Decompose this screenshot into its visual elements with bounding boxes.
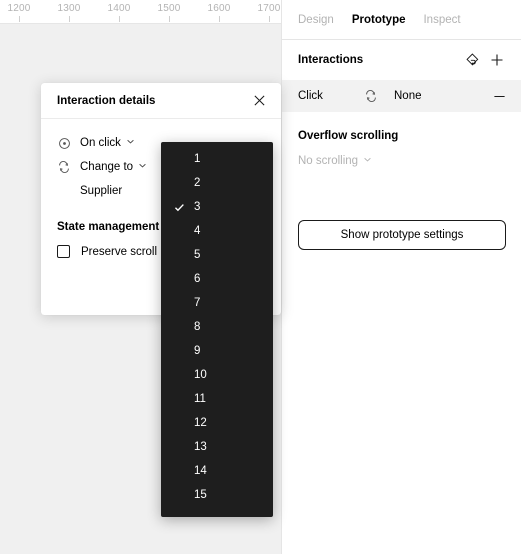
dropdown-item-label: 11 [194,393,206,405]
tab-design[interactable]: Design [298,14,334,26]
ruler-tick [169,16,170,22]
swap-icon [364,89,394,103]
interactions-title: Interactions [298,54,364,66]
dialog-title: Interaction details [57,94,156,107]
preserve-scroll-label: Preserve scroll [81,245,158,258]
dropdown-item-label: 8 [194,321,201,333]
close-icon[interactable] [247,89,271,113]
checkmark-icon [173,201,185,213]
overflow-scrolling-dropdown[interactable]: No scrolling [298,155,505,167]
dropdown-item-label: 6 [194,273,201,285]
interaction-trigger-label: Click [298,90,323,102]
horizontal-ruler[interactable]: 1200 1300 1400 1500 1600 1700 [0,0,281,24]
ruler-label: 1700 [257,3,281,14]
overflow-scrolling-section: Overflow scrolling No scrolling [282,130,521,167]
dropdown-item-label: 12 [194,417,207,429]
dropdown-item[interactable]: 5 [161,243,273,267]
dropdown-item[interactable]: 14 [161,459,273,483]
chevron-down-icon [363,155,372,167]
show-prototype-settings-button[interactable]: Show prototype settings [298,220,506,250]
minus-icon[interactable] [489,86,509,106]
dropdown-item-label: 7 [194,297,201,309]
plus-icon[interactable] [485,48,509,72]
dialog-trigger-text: On click [80,137,121,149]
dropdown-item[interactable]: 4 [161,219,273,243]
panel-tabbar: Design Prototype Inspect [282,0,521,40]
preserve-scroll-checkbox[interactable] [57,245,70,258]
chevron-down-icon [126,137,135,149]
dialog-header: Interaction details [41,83,281,119]
ruler-tick [119,16,120,22]
dropdown-item-label: 13 [194,441,207,453]
dropdown-item[interactable]: 11 [161,387,273,411]
dropdown-item[interactable]: 10 [161,363,273,387]
figma-prototype-screen: 1200 1300 1400 1500 1600 1700 Design Prototyp… [0,0,521,554]
ruler-label: 1300 [57,3,81,14]
dialog-trigger-label: On click [80,137,135,149]
dropdown-item-label: 5 [194,249,201,261]
overflow-scrolling-title: Overflow scrolling [298,130,399,142]
interaction-row-click[interactable]: Click None [282,80,521,112]
dropdown-item-label: 10 [194,369,207,381]
interaction-target-label: None [394,90,422,102]
ruler-label: 1500 [157,3,181,14]
dialog-action-text: Change to [80,161,134,173]
dropdown-item[interactable]: 1 [161,147,273,171]
ruler-tick [69,16,70,22]
dropdown-item-label: 1 [194,153,201,165]
dropdown-item[interactable]: 12 [161,411,273,435]
ruler-tick [219,16,220,22]
dropdown-item[interactable]: 3 [161,195,273,219]
click-target-icon [57,136,71,150]
dropdown-item[interactable]: 2 [161,171,273,195]
swap-icon [57,160,71,174]
dropdown-item-label: 2 [194,177,201,189]
dropdown-item-label: 4 [194,225,201,237]
variant-dropdown-menu[interactable]: 1 2 3 4 5 6 7 8 9 10 11 12 13 14 15 [161,142,273,517]
dropdown-item-label: 14 [194,465,207,477]
dropdown-item[interactable]: 7 [161,291,273,315]
overflow-scrolling-value: No scrolling [298,155,359,167]
interactions-section-header: Interactions [282,40,521,80]
tab-inspect[interactable]: Inspect [423,14,460,26]
dropdown-item[interactable]: 15 [161,483,273,507]
chevron-down-icon [138,161,147,173]
ruler-tick [19,16,20,22]
right-properties-panel: Design Prototype Inspect Interactions Cl… [281,0,521,554]
ruler-label: 1200 [7,3,31,14]
dropdown-item[interactable]: 13 [161,435,273,459]
dropdown-item[interactable]: 6 [161,267,273,291]
ruler-label: 1600 [207,3,231,14]
dropdown-item-label: 9 [194,345,201,357]
dropdown-item[interactable]: 8 [161,315,273,339]
tab-prototype[interactable]: Prototype [352,14,406,26]
ruler-label: 1400 [107,3,131,14]
dropdown-item[interactable]: 9 [161,339,273,363]
dialog-action-label: Change to [80,161,147,173]
ruler-tick [269,16,270,22]
dropdown-item-label: 15 [194,489,207,501]
prototype-flow-icon[interactable] [461,48,485,72]
